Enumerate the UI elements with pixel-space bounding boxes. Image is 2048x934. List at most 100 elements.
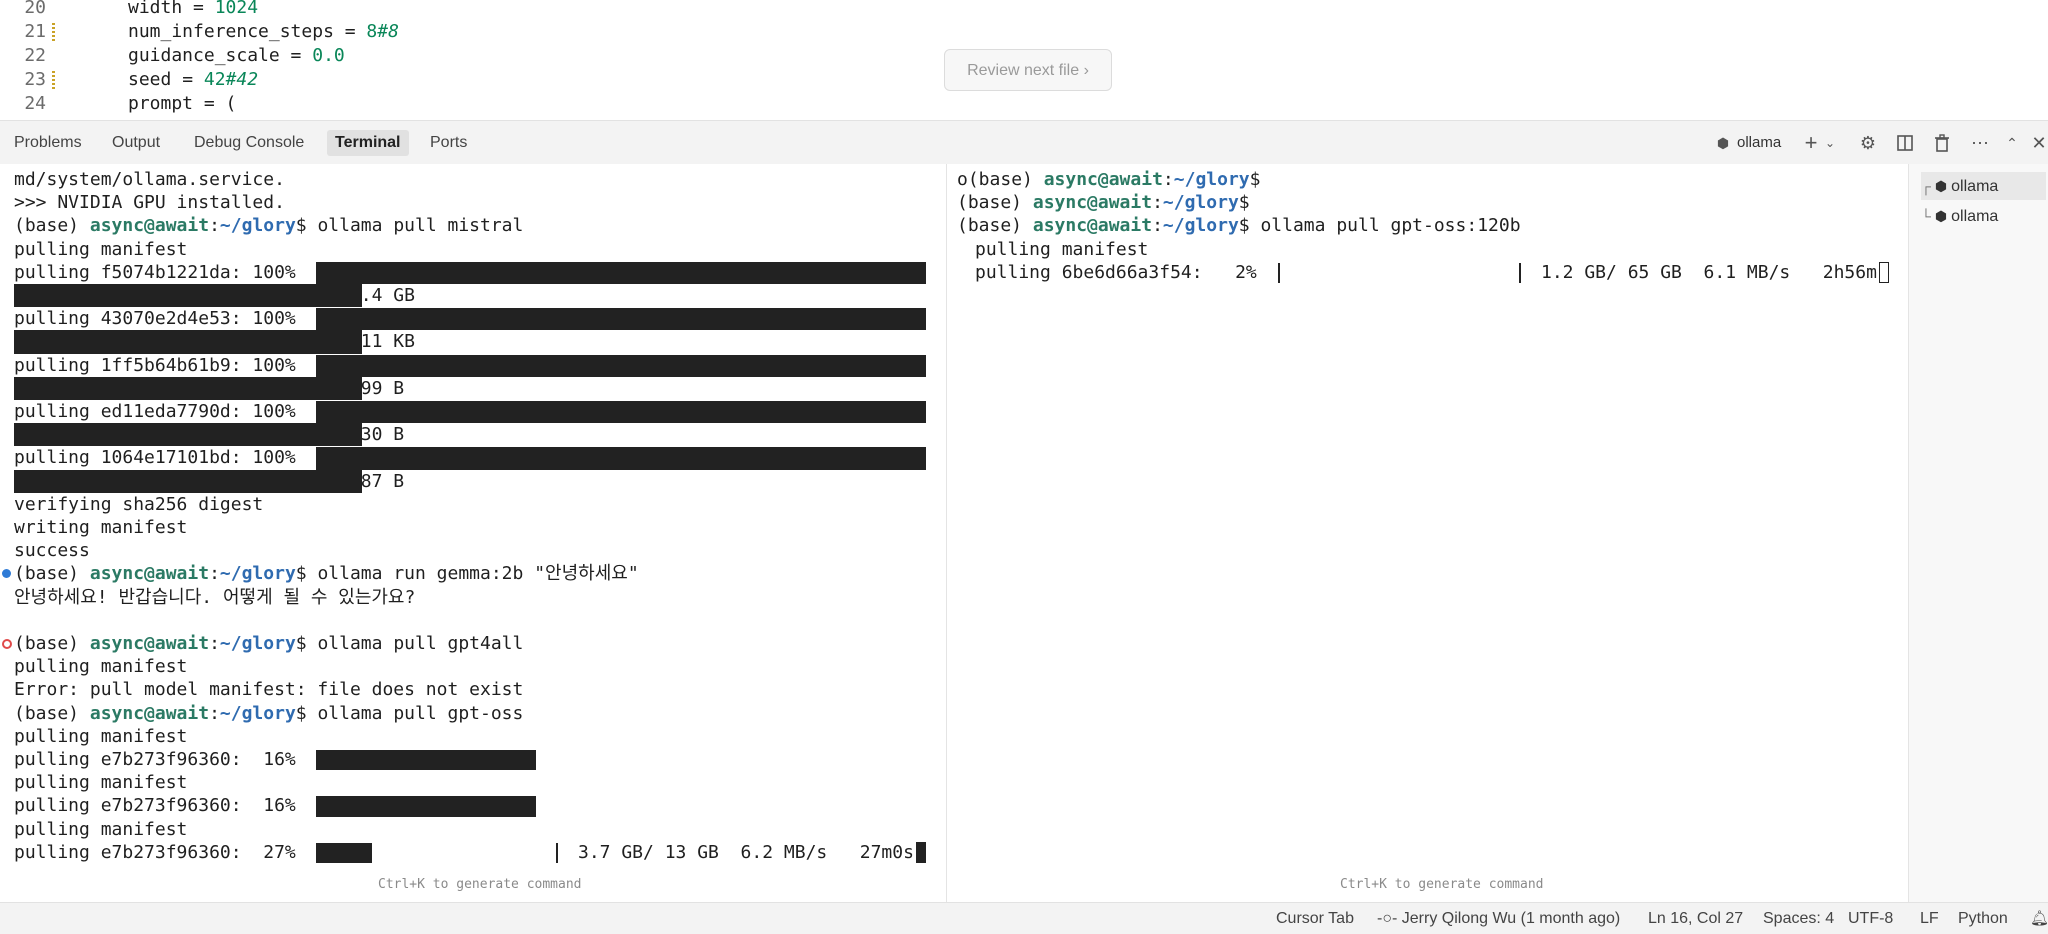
- success-status-dot: [2, 569, 11, 579]
- terminal-list: ┌ ⬢ ollama └ ⬢ ollama: [1908, 164, 2048, 906]
- prompt-command: $ ollama pull gpt-oss: [295, 702, 524, 724]
- cursor-position-status[interactable]: Ln 16, Col 27: [1648, 903, 1743, 934]
- line-number: 20: [24, 0, 46, 18]
- prompt-user: async@await: [89, 563, 210, 585]
- terminal-output-line: pulling 1ff5b64b61b9: 100%: [14, 354, 307, 376]
- prompt-separator: :: [209, 215, 220, 237]
- terminal-prompt-line: (base) async@await:~/glory$ ollama pull …: [14, 214, 523, 237]
- prompt-separator: :: [209, 702, 220, 724]
- code-comment: #8: [377, 21, 399, 42]
- chevron-down-icon[interactable]: ⌄: [1822, 131, 1838, 155]
- terminal-cursor: [1879, 261, 1889, 283]
- progress-bar-fill: [316, 354, 926, 377]
- terminal-name[interactable]: ollama: [1737, 131, 1781, 155]
- generate-command-hint: Ctrl+K to generate command: [378, 877, 582, 892]
- code-text: prompt = (: [128, 92, 236, 116]
- code-text: num_inference_steps = 8#8: [128, 20, 399, 44]
- terminal-list-item[interactable]: └ ⬢ ollama: [1921, 202, 2046, 230]
- prompt-separator: :: [1152, 192, 1163, 214]
- plus-icon[interactable]: +: [1800, 131, 1822, 155]
- terminal-output-line: Error: pull model manifest: file does no…: [14, 679, 524, 701]
- prompt-path: ~/glory: [1173, 169, 1250, 190]
- terminal-pane-left[interactable]: md/system/ollama.service. >>> NVIDIA GPU …: [0, 164, 944, 906]
- tab-output[interactable]: Output: [104, 130, 168, 156]
- prompt-separator: :: [209, 563, 220, 585]
- code-number: 1024: [214, 0, 259, 18]
- prompt-env: (base): [957, 215, 1033, 237]
- prompt-separator: :: [1152, 215, 1163, 237]
- prompt-command: $ ollama run gemma:2b "안녕하세요": [295, 563, 639, 585]
- prompt-env: (base): [14, 215, 90, 237]
- split-icon[interactable]: [1893, 131, 1917, 155]
- ollama-cube-icon: ⬢: [1934, 178, 1948, 194]
- progress-bar-edge: [1519, 262, 1521, 283]
- terminal-output-line: pulling ed11eda7790d: 100%: [14, 401, 307, 422]
- code-identifier: num_inference_steps: [128, 21, 334, 42]
- code-operator: =: [279, 45, 313, 66]
- code-operator: =: [171, 69, 204, 90]
- chevron-up-icon[interactable]: ⌃: [2001, 131, 2023, 155]
- language-status[interactable]: Python: [1958, 903, 2008, 934]
- error-status-dot: [2, 639, 12, 649]
- status-bar: Cursor Tab -○- Jerry Qilong Wu (1 month …: [0, 902, 2048, 934]
- tab-problems[interactable]: Problems: [6, 130, 90, 156]
- tab-ports[interactable]: Ports: [422, 130, 475, 156]
- progress-bar-fill: [316, 469, 362, 493]
- code-text: seed = 42#42: [128, 68, 258, 92]
- code-number: 42: [203, 69, 226, 90]
- download-stats: 1.2 GB/ 65 GB 6.1 MB/s 2h56m: [1541, 261, 1877, 283]
- tab-debug-console[interactable]: Debug Console: [186, 130, 312, 156]
- terminal-output-line: pulling manifest: [14, 772, 188, 794]
- indentation-status[interactable]: Spaces: 4: [1763, 903, 1834, 934]
- tab-terminal[interactable]: Terminal: [327, 130, 409, 156]
- progress-bar-fill: [14, 330, 362, 354]
- terminal-output-line: success: [14, 540, 90, 562]
- generate-command-hint: Ctrl+K to generate command: [1340, 877, 1544, 892]
- terminal-pane-right[interactable]: o(base) async@await:~/glory$ (base) async…: [946, 164, 1907, 906]
- more-icon[interactable]: ⋯: [1968, 131, 1992, 155]
- close-icon[interactable]: ✕: [2030, 131, 2048, 155]
- prompt-env: (base): [14, 563, 90, 585]
- progress-bar-fill: [316, 330, 362, 354]
- terminal-list-item[interactable]: ┌ ⬢ ollama: [1921, 172, 2046, 200]
- prompt-env: (base): [14, 633, 90, 654]
- terminal-output-line: pulling manifest: [975, 238, 1149, 260]
- tree-connector: ┌: [1921, 178, 1931, 194]
- encoding-status[interactable]: UTF-8: [1848, 903, 1893, 934]
- code-number: 0.0: [312, 45, 345, 66]
- terminal-output-line: pulling e7b273f96360: 16%: [14, 749, 307, 770]
- prompt-status-marker: o: [957, 169, 968, 190]
- terminal-output-line: writing manifest: [14, 517, 188, 538]
- progress-bar-fill: [316, 447, 926, 470]
- prompt-command: $: [1249, 169, 1261, 190]
- prompt-env: (base): [957, 192, 1033, 214]
- progress-bar-fill: [316, 261, 926, 284]
- code-identifier: prompt: [128, 93, 194, 114]
- trash-icon[interactable]: [1930, 131, 1954, 155]
- progress-bar-fill: [316, 401, 926, 424]
- line-number: 23: [24, 69, 46, 90]
- prompt-user: async@await: [89, 633, 210, 654]
- prompt-separator: :: [1162, 169, 1174, 190]
- terminal-output-line: pulling 6be6d66a3f54: 2%: [975, 261, 1268, 283]
- modified-gutter-mark: [52, 71, 55, 89]
- prompt-path: ~/glory: [219, 563, 296, 585]
- terminal-output-line: pulling 43070e2d4e53: 100%: [14, 308, 307, 330]
- cursor-tab-status[interactable]: Cursor Tab: [1276, 903, 1354, 934]
- line-number: 24: [24, 93, 46, 114]
- terminal-output-line: pulling manifest: [14, 818, 188, 840]
- prompt-command: $ ollama pull gpt4all: [295, 633, 524, 654]
- ollama-cube-icon: ⬢: [1934, 208, 1948, 224]
- progress-bar-fill: [316, 796, 536, 817]
- git-blame-status[interactable]: -○- Jerry Qilong Wu (1 month ago): [1377, 903, 1620, 934]
- terminal-output-line: pulling manifest: [14, 656, 188, 678]
- code-identifier: guidance_scale: [128, 45, 280, 66]
- terminal-output-line: verifying sha256 digest: [14, 493, 264, 515]
- terminal-output-line: pulling e7b273f96360: 27%: [14, 841, 307, 863]
- code-editor[interactable]: 20 width = 1024 21 num_inference_steps = 8#…: [0, 0, 2048, 120]
- terminal-output-line: >>> NVIDIA GPU installed.: [14, 192, 285, 214]
- review-next-file-button[interactable]: Review next file ›: [944, 49, 1112, 91]
- notification-bell-icon[interactable]: 🔔︎: [2030, 903, 2048, 934]
- gear-icon[interactable]: ⚙: [1856, 131, 1880, 155]
- eol-status[interactable]: LF: [1920, 903, 1939, 934]
